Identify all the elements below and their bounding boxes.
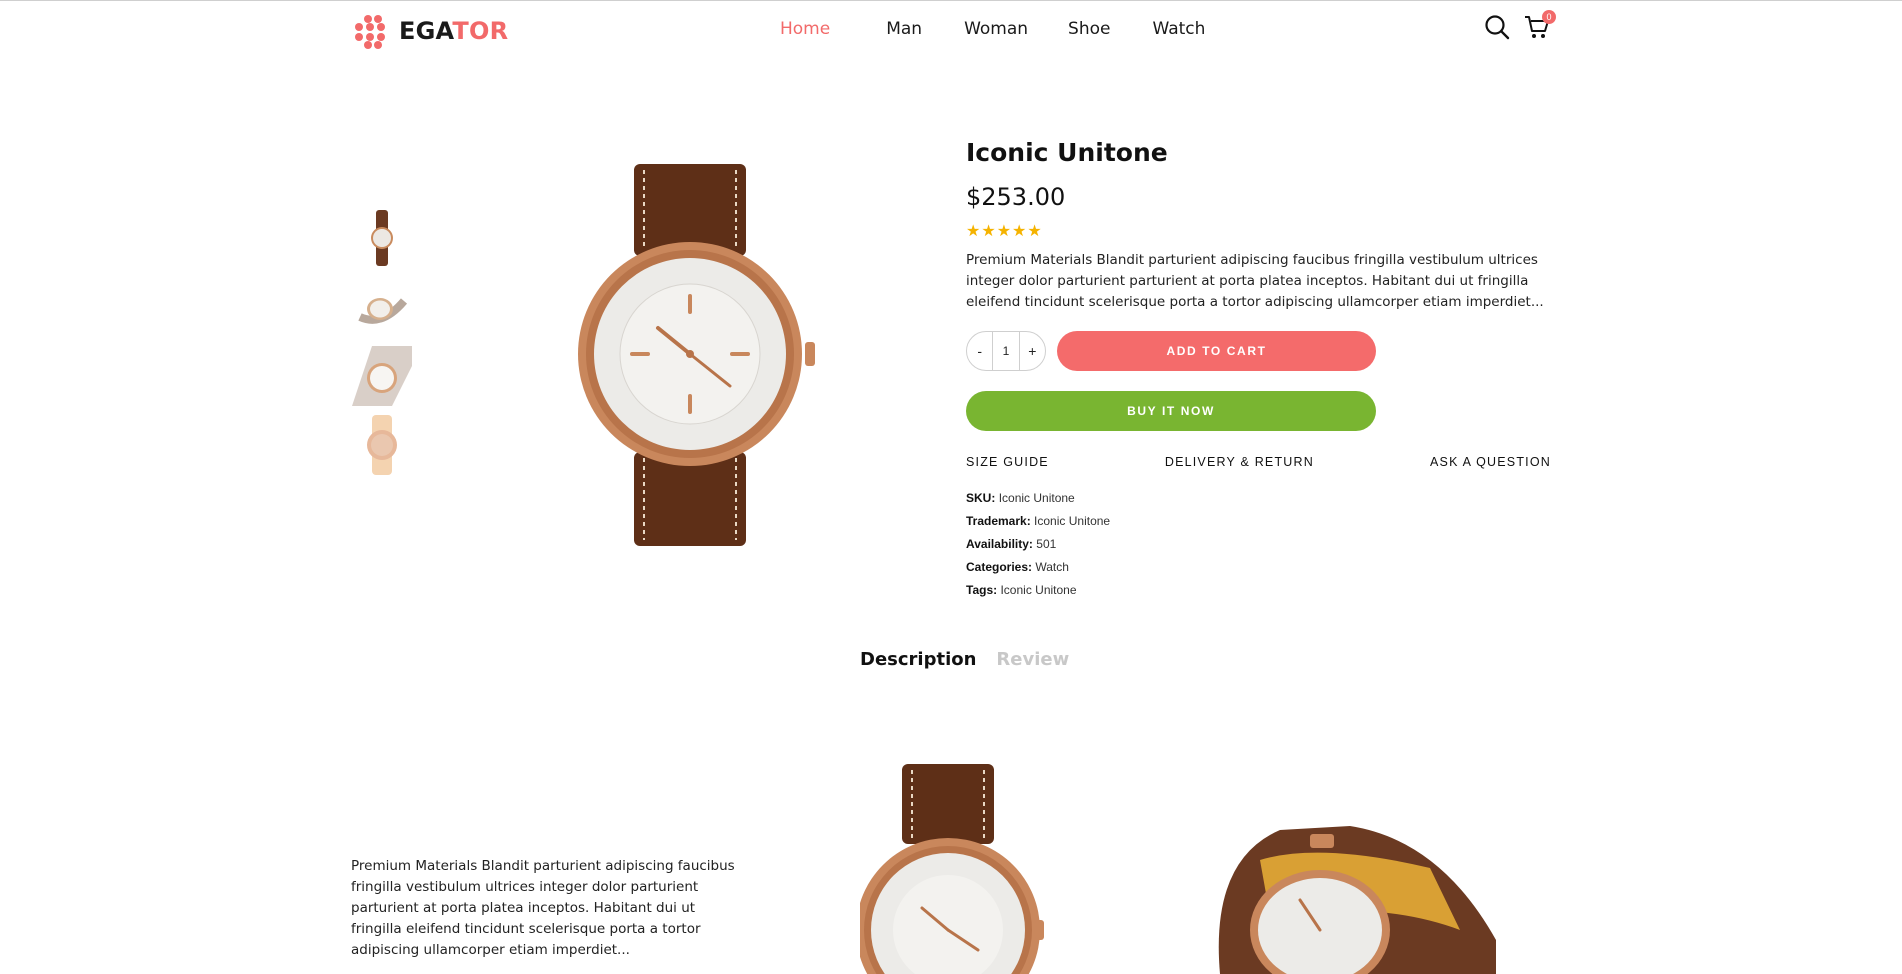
category-link[interactable]: Watch [1035, 560, 1069, 574]
product-main-image [560, 160, 820, 550]
thumbnail-4[interactable] [352, 415, 412, 475]
product-info: Iconic Unitone $253.00 ★★★★★ Premium Mat… [966, 138, 1551, 606]
nav-home[interactable]: Home [780, 19, 830, 39]
long-description: Premium Materials Blandit parturient adi… [351, 858, 735, 958]
add-to-cart-button[interactable]: ADD TO CART [1057, 331, 1376, 371]
logo-mark-icon [351, 12, 393, 50]
meta-categories: Categories: Watch [966, 560, 1069, 574]
rating-stars: ★★★★★ [966, 223, 1043, 240]
tag-link[interactable]: Iconic Unitone [1000, 583, 1076, 597]
product-tabs: Description Review [860, 649, 1069, 670]
delivery-return-link[interactable]: DELIVERY & RETURN [1165, 455, 1314, 469]
cart-count-badge: 0 [1542, 10, 1556, 24]
thumbnail-2[interactable] [352, 277, 412, 337]
tab-review[interactable]: Review [996, 649, 1069, 670]
product-title: Iconic Unitone [966, 138, 1168, 167]
logo-text: EGATOR [399, 17, 509, 45]
thumbnail-1[interactable] [352, 208, 412, 268]
nav-watch[interactable]: Watch [1152, 19, 1205, 39]
quantity-input[interactable]: 1 [992, 332, 1020, 370]
quantity-increase-button[interactable]: + [1020, 332, 1045, 370]
meta-sku: SKU: Iconic Unitone [966, 491, 1075, 505]
cart-icon[interactable]: 0 [1524, 10, 1556, 45]
main-nav: Home Man Woman Shoe Watch [780, 19, 1205, 39]
thumbnail-3[interactable] [352, 346, 412, 406]
meta-trademark: Trademark: Iconic Unitone [966, 514, 1111, 528]
purchase-row: - 1 + ADD TO CART [966, 331, 1551, 371]
product-links: SIZE GUIDE DELIVERY & RETURN ASK A QUEST… [966, 455, 1551, 469]
nav-shoe[interactable]: Shoe [1068, 19, 1110, 39]
quantity-decrease-button[interactable]: - [967, 332, 992, 370]
top-border [0, 0, 1902, 1]
description-image-side [1200, 820, 1500, 974]
product-price: $253.00 [966, 183, 1066, 211]
buy-now-button[interactable]: BUY IT NOW [966, 391, 1376, 431]
meta-availability: Availability: 501 [966, 537, 1057, 551]
description-image-front [860, 762, 1060, 974]
tab-description[interactable]: Description [860, 649, 976, 670]
search-icon[interactable] [1484, 14, 1510, 45]
meta-tags: Tags: Iconic Unitone [966, 583, 1077, 597]
header-icons: 0 [1484, 10, 1556, 45]
thumbnail-list [352, 208, 412, 484]
nav-man[interactable]: Man [886, 19, 922, 39]
product-description: Premium Materials Blandit parturient adi… [966, 252, 1544, 310]
quantity-stepper: - 1 + [966, 331, 1046, 371]
ask-question-link[interactable]: ASK A QUESTION [1430, 455, 1551, 469]
logo[interactable]: EGATOR [351, 12, 508, 50]
product-meta: SKU: Iconic Unitone Trademark: Iconic Un… [966, 491, 1551, 598]
nav-woman[interactable]: Woman [964, 19, 1028, 39]
size-guide-link[interactable]: SIZE GUIDE [966, 455, 1049, 469]
